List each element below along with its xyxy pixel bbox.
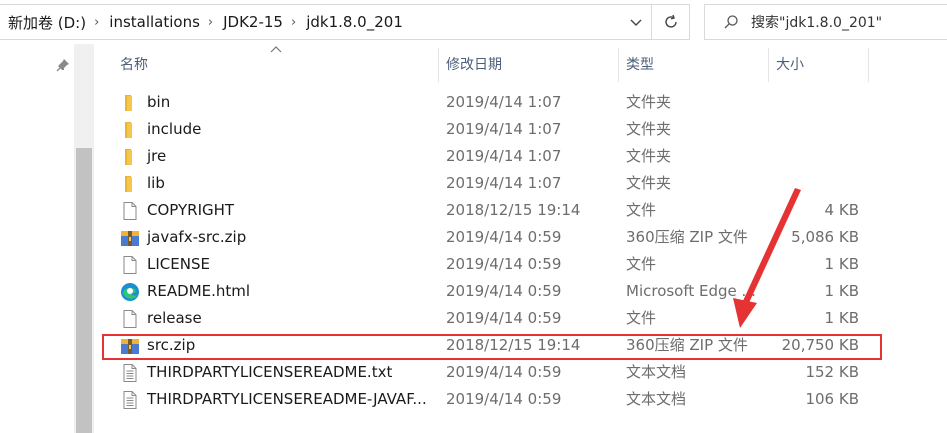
- annotation-arrow: [733, 188, 801, 328]
